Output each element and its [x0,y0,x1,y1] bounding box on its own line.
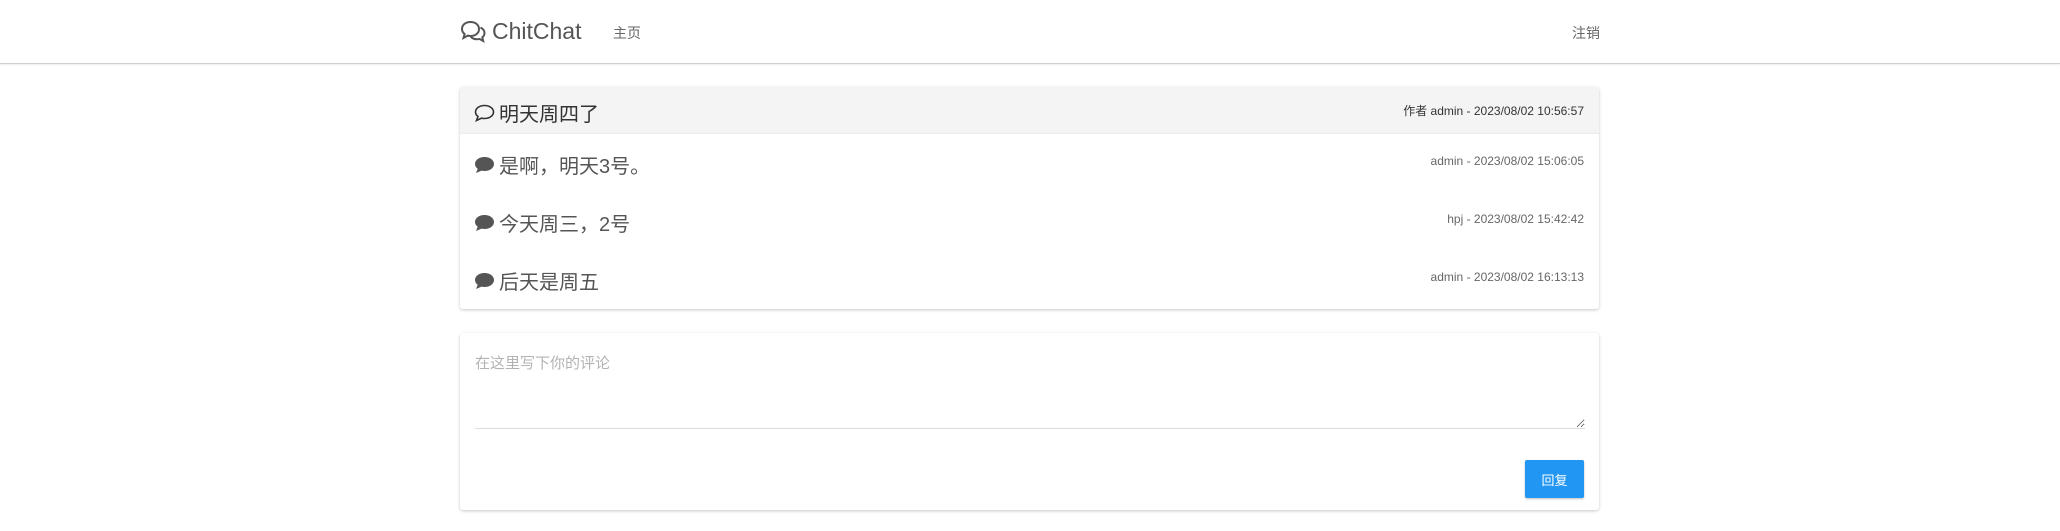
reply-button[interactable]: 回复 [1525,460,1584,498]
reply-meta: admin - 2023/08/02 16:13:13 [1430,270,1584,284]
reply-item: 今天周三，2号 hpj - 2023/08/02 15:42:42 [460,192,1599,250]
reply-item: 后天是周五 admin - 2023/08/02 16:13:13 [460,250,1599,308]
comment-solid-icon [475,156,494,173]
comment-solid-icon [475,272,494,289]
brand-link[interactable]: ChitChat [460,18,581,45]
reply-text: 是啊，明天3号。 [499,156,651,178]
nav-home-link[interactable]: 主页 [613,23,641,43]
comment-textarea[interactable] [475,347,1585,429]
comments-icon [460,20,486,43]
reply-text: 后天是周五 [499,272,599,294]
comment-outline-icon [474,104,495,122]
thread-title: 明天周四了 [474,98,599,127]
reply-meta: hpj - 2023/08/02 15:42:42 [1447,212,1584,226]
comment-solid-icon [475,214,494,231]
comment-form: 回复 [460,333,1599,510]
reply-item: 是啊，明天3号。 admin - 2023/08/02 15:06:05 [460,134,1599,192]
navbar: ChitChat 主页 注销 [0,0,2060,64]
thread-title-text: 明天周四了 [499,104,599,126]
thread-meta: 作者 admin - 2023/08/02 10:56:57 [1403,104,1584,118]
reply-meta: admin - 2023/08/02 15:06:05 [1430,154,1584,168]
nav-logout-link[interactable]: 注销 [1572,23,1600,43]
brand-name: ChitChat [492,18,582,44]
thread-panel: 明天周四了 作者 admin - 2023/08/02 10:56:57 是啊，… [460,87,1599,309]
reply-text: 今天周三，2号 [499,214,631,236]
thread-header: 明天周四了 作者 admin - 2023/08/02 10:56:57 [460,87,1599,134]
